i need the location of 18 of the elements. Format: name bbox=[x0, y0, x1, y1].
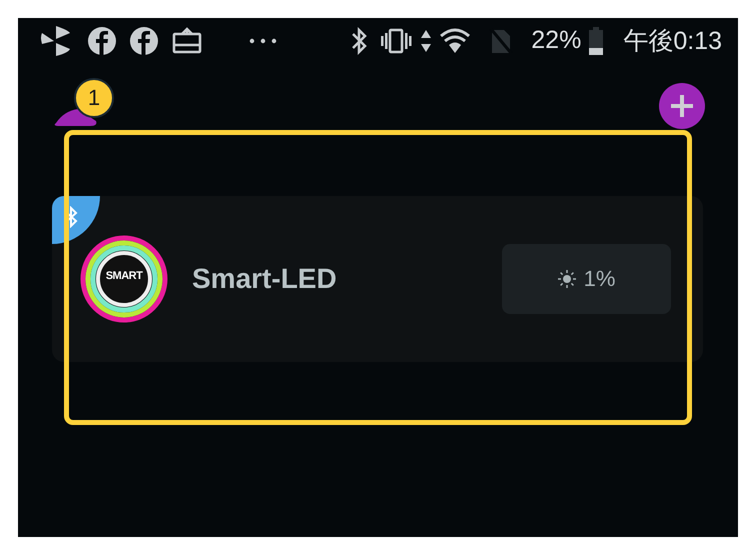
brightness-button[interactable]: 1% bbox=[502, 244, 671, 314]
facebook-icon bbox=[88, 26, 116, 54]
battery-percentage: 22% bbox=[531, 26, 582, 55]
plus-icon bbox=[670, 94, 694, 118]
battery-icon bbox=[589, 26, 604, 54]
data-arrows-icon bbox=[421, 28, 432, 52]
add-button[interactable] bbox=[659, 83, 705, 129]
device-name: Smart-LED bbox=[192, 263, 338, 295]
facebook-icon bbox=[130, 26, 158, 54]
vibrate-icon bbox=[379, 28, 414, 54]
gift-card-icon bbox=[172, 26, 202, 56]
step-badge: 1 bbox=[74, 78, 114, 118]
device-card[interactable]: SMART Smart-LED 1% bbox=[52, 196, 703, 362]
clock-time: 午後0:13 bbox=[623, 26, 722, 57]
brightness-icon bbox=[558, 270, 576, 288]
more-icon bbox=[248, 36, 278, 44]
device-logo: SMART bbox=[80, 235, 168, 323]
wifi-icon bbox=[439, 28, 472, 54]
